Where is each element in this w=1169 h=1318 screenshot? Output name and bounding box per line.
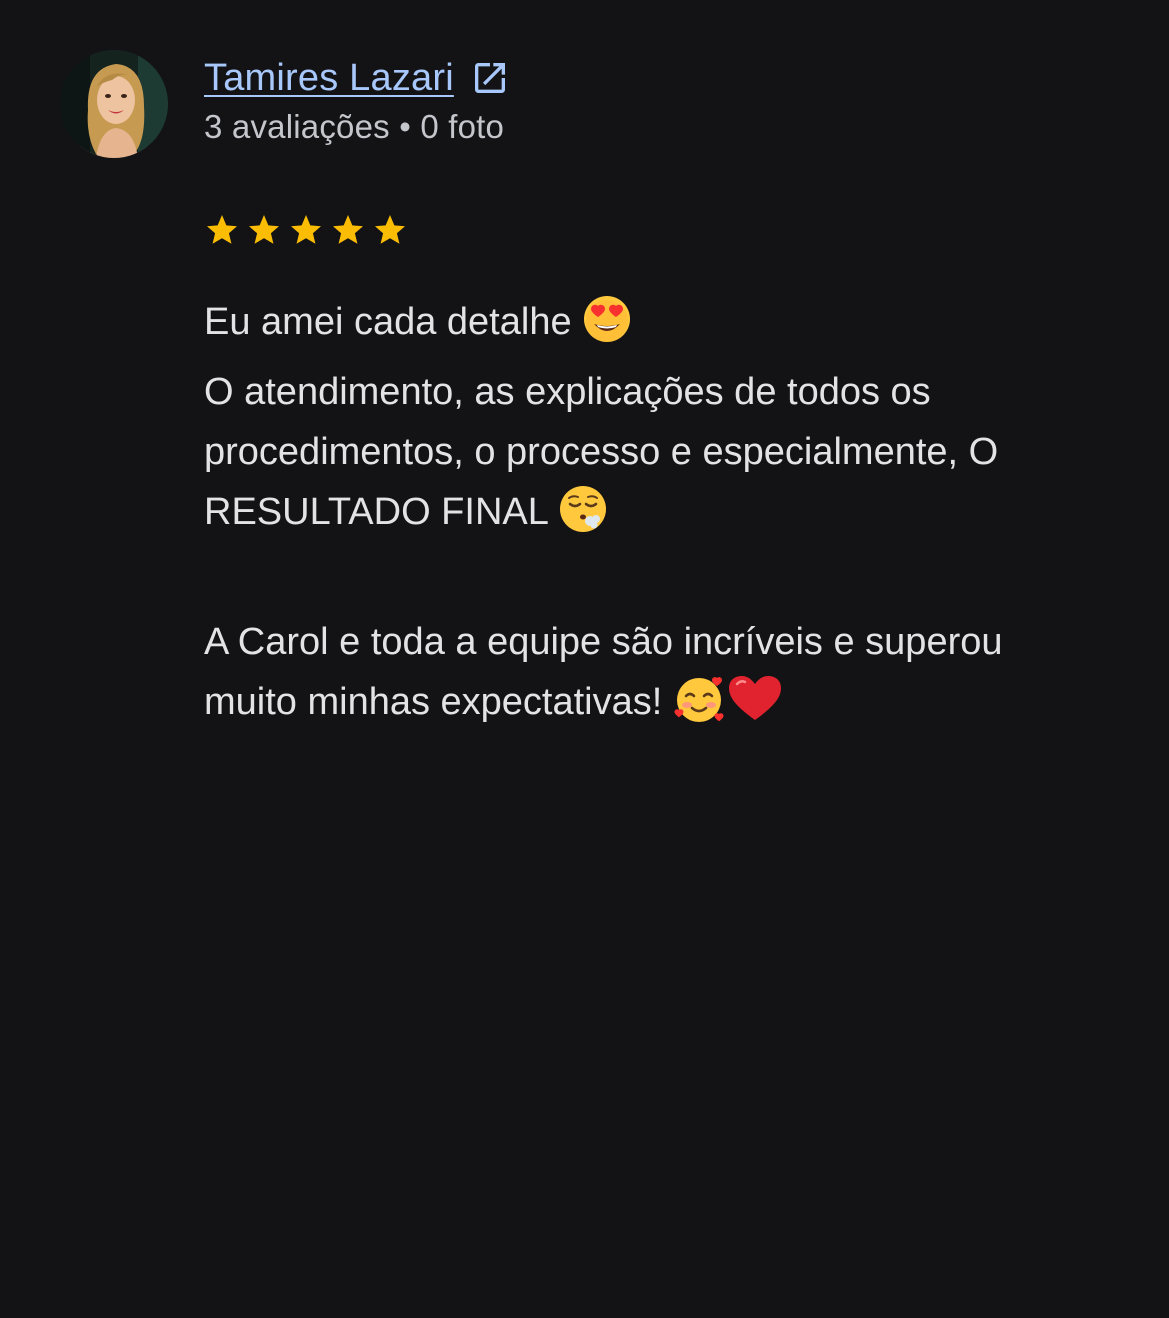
- review-line-text: RESULTADO FINAL: [204, 491, 548, 533]
- red-heart-emoji-icon: [727, 674, 783, 742]
- reviewer-stats: 3 avaliações • 0 foto: [204, 108, 505, 145]
- smiling-face-with-hearts-emoji-icon: [673, 674, 727, 742]
- review-card: Tamires Lazari 3 avaliações • 0 foto Eu …: [0, 0, 1169, 1318]
- review-line: Eu amei cada detalhe: [204, 292, 1124, 362]
- name-row: Tamires Lazari: [204, 52, 510, 104]
- star-icon: [291, 215, 321, 244]
- review-text: Eu amei cada detalhe O atendimento, as e…: [204, 292, 1124, 742]
- review-line: A Carol e toda a equipe são incríveis e …: [204, 621, 1003, 663]
- star-icon: [207, 215, 237, 244]
- review-line: muito minhas expectativas!: [204, 672, 1124, 742]
- review-line: RESULTADO FINAL: [204, 482, 1124, 552]
- star-icon: [375, 215, 405, 244]
- review-line-text: Eu amei cada detalhe: [204, 301, 572, 343]
- reviewer-name-link[interactable]: Tamires Lazari: [204, 57, 454, 100]
- review-line-text: muito minhas expectativas!: [204, 681, 663, 723]
- star-rating: [204, 212, 408, 248]
- star-icon: [333, 215, 363, 244]
- avatar[interactable]: [60, 50, 168, 158]
- heart-eyes-emoji-icon: [582, 294, 632, 362]
- review-header: Tamires Lazari 3 avaliações • 0 foto: [204, 52, 510, 146]
- open-in-new-icon[interactable]: [470, 58, 510, 98]
- review-line: procedimentos, o processo e especialment…: [204, 431, 999, 473]
- review-line: O atendimento, as explicações de todos o…: [204, 371, 931, 413]
- star-icon: [249, 215, 279, 244]
- relieved-sigh-emoji-icon: [558, 484, 608, 552]
